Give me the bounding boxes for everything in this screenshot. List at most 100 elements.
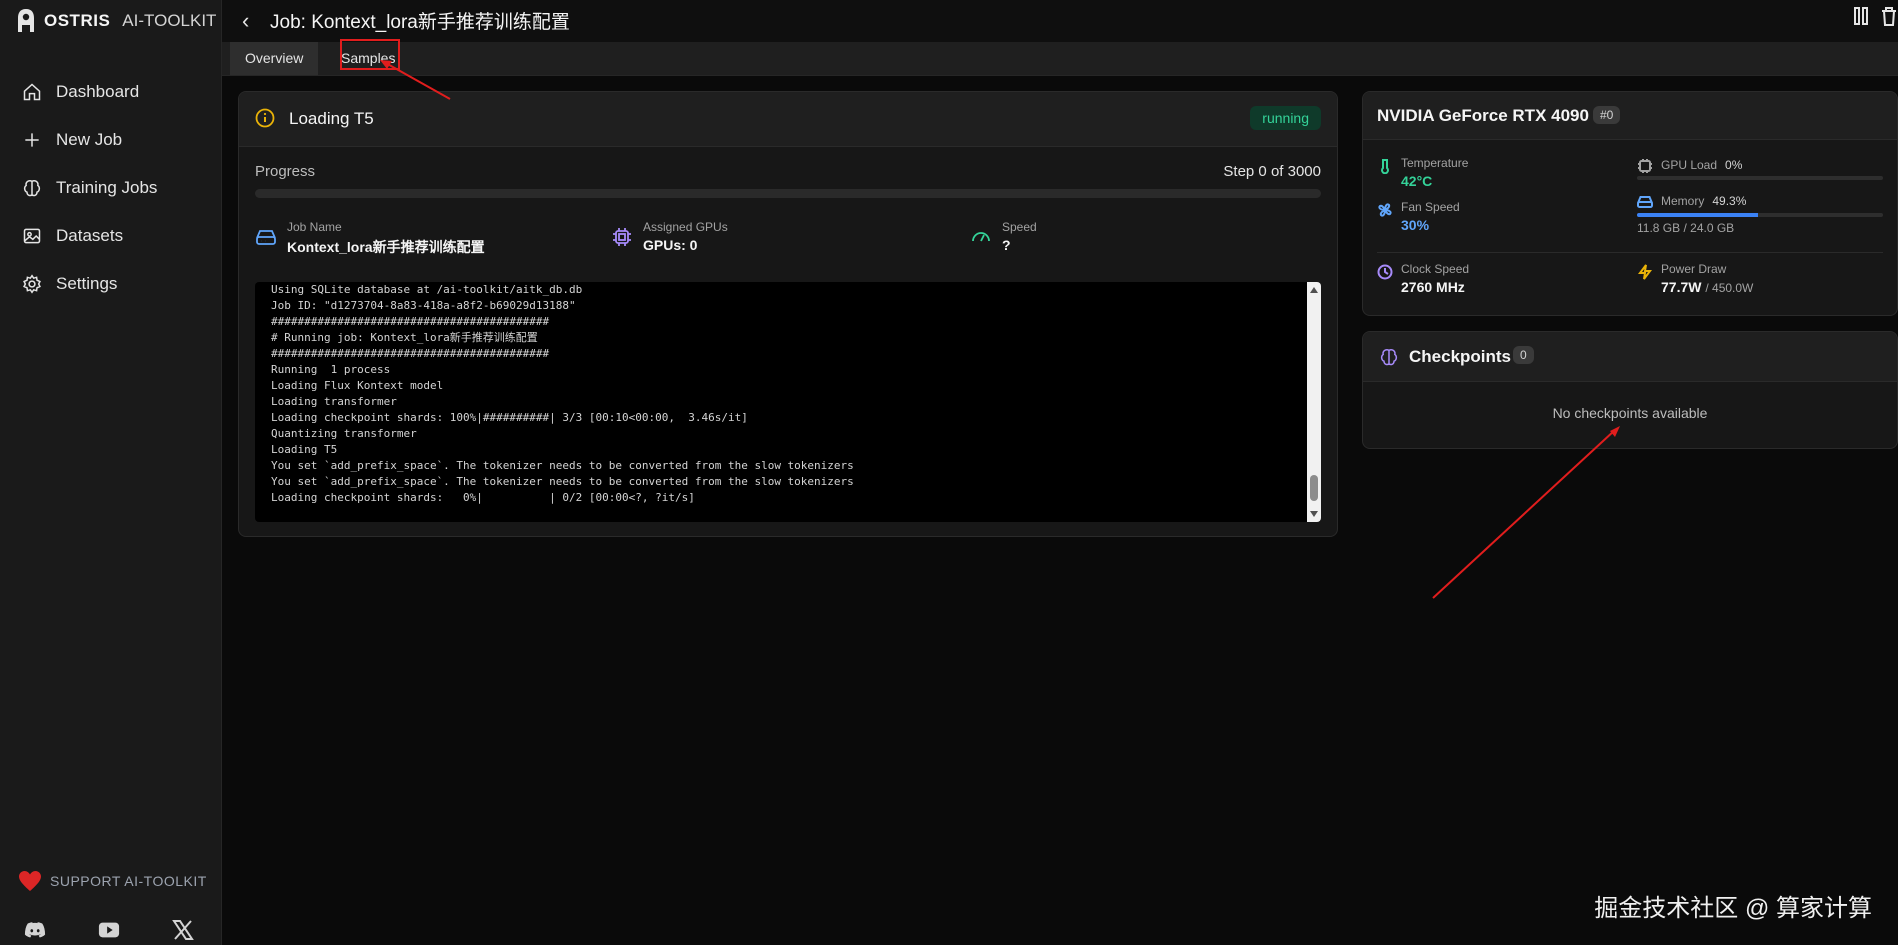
gpu-divider <box>1377 252 1883 253</box>
speed-value: ? <box>1002 237 1011 253</box>
page-title: Job: Kontext_lora新手推荐训练配置 <box>270 12 570 33</box>
power-draw-label: Power Draw <box>1661 262 1727 276</box>
status-badge: running <box>1250 106 1321 130</box>
sidebar-item-label: New Job <box>56 130 123 149</box>
brain-icon <box>1380 349 1398 366</box>
temperature-value: 42°C <box>1401 173 1433 189</box>
log-line: You set `add_prefix_space`. The tokenize… <box>271 459 854 472</box>
log-line: Loading Flux Kontext model <box>271 379 444 392</box>
header: ‹ Job: Kontext_lora新手推荐训练配置 <box>222 0 1898 42</box>
sidebar: OSTRIS AI-TOOLKIT Dashboard New Job Trai… <box>0 0 222 945</box>
social-links <box>24 920 194 940</box>
log-line: You set `add_prefix_space`. The tokenize… <box>271 475 854 488</box>
support-link[interactable]: SUPPORT AI-TOOLKIT <box>18 870 207 892</box>
hard-drive-icon <box>1637 196 1653 208</box>
lightning-icon <box>1638 264 1652 280</box>
log-line: Using SQLite database at /ai-toolkit/ait… <box>271 283 583 296</box>
scroll-thumb[interactable] <box>1310 475 1318 501</box>
log-line: Job ID: "d1273704-8a83-418a-a8f2-b69029d… <box>271 299 576 312</box>
gauge-icon <box>972 232 990 242</box>
log-line: Loading T5 <box>271 443 338 456</box>
fan-icon <box>1378 203 1392 217</box>
progress-bar <box>255 189 1321 198</box>
temperature-metric: Temperature 42°C <box>1377 156 1468 189</box>
memory-label: Memory <box>1661 194 1705 208</box>
brand[interactable]: OSTRIS AI-TOOLKIT <box>16 8 216 34</box>
checkpoints-card: Checkpoints 0 No checkpoints available <box>1362 331 1898 449</box>
speed-block: Speed ? <box>970 220 1037 253</box>
gpu-load-label: GPU Load <box>1661 158 1718 172</box>
plus-icon <box>25 133 39 147</box>
gpu-load-metric: GPU Load 0% <box>1637 156 1742 174</box>
heart-icon <box>19 871 41 891</box>
memory-bar <box>1637 213 1883 217</box>
discord-icon[interactable] <box>24 920 46 940</box>
sidebar-item-label: Dashboard <box>56 82 140 101</box>
clock-icon <box>1377 264 1393 280</box>
gear-icon <box>23 274 41 294</box>
power-draw-metric: Power Draw 77.7W / 450.0W <box>1637 262 1753 295</box>
home-icon <box>23 83 41 101</box>
assigned-gpus-block: Assigned GPUs GPUs: 0 <box>611 220 728 253</box>
cpu-icon <box>1638 159 1652 173</box>
log-line: Running 1 process <box>271 363 391 376</box>
log-line: Loading checkpoint shards: 0%| | 0/2 [00… <box>271 491 695 504</box>
assigned-gpus-value: GPUs: 0 <box>643 237 698 253</box>
gpu-name: NVIDIA GeForce RTX 4090 <box>1377 106 1589 125</box>
thermometer-icon <box>1381 159 1389 174</box>
sidebar-item-label: Training Jobs <box>56 178 158 197</box>
scroll-down-icon[interactable] <box>1310 511 1318 517</box>
trash-icon[interactable] <box>1880 6 1898 26</box>
temperature-label: Temperature <box>1401 156 1469 170</box>
brain-icon <box>23 180 41 197</box>
fan-speed-metric: Fan Speed 30% <box>1377 200 1460 233</box>
header-actions <box>1852 6 1898 26</box>
sidebar-item-training-jobs[interactable]: Training Jobs <box>22 164 157 212</box>
log-scrollbar[interactable] <box>1307 282 1321 522</box>
pause-icon[interactable] <box>1852 6 1870 26</box>
fan-speed-label: Fan Speed <box>1401 200 1460 214</box>
memory-detail: 11.8 GB / 24.0 GB <box>1637 221 1735 235</box>
progress-label: Progress <box>255 163 316 180</box>
x-icon[interactable] <box>172 920 194 940</box>
job-name-label: Job Name <box>287 220 342 234</box>
job-status-card: Loading T5 running Progress Step 0 of 30… <box>238 91 1338 537</box>
power-limit: / 450.0W <box>1705 281 1754 295</box>
log-line: ########################################… <box>271 347 550 360</box>
scroll-up-icon[interactable] <box>1310 287 1318 293</box>
youtube-icon[interactable] <box>98 920 120 940</box>
annotation-arrow-checkpoints <box>1432 429 1616 599</box>
memory-bar-fill <box>1637 213 1759 217</box>
log-line: Loading transformer <box>271 395 397 408</box>
memory-metric: Memory 49.3% <box>1637 192 1746 210</box>
brand-name: OSTRIS <box>44 11 111 30</box>
sidebar-nav: Dashboard New Job Training Jobs Datasets… <box>22 68 157 308</box>
info-icon <box>255 108 275 128</box>
log-line: Loading checkpoint shards: 100%|########… <box>271 411 748 424</box>
tab-bar: Overview Samples <box>222 42 1898 76</box>
progress-step: Step 0 of 3000 <box>1223 163 1321 180</box>
gpu-index-badge: #0 <box>1593 106 1621 124</box>
speed-label: Speed <box>1002 220 1037 234</box>
log-output[interactable]: Using SQLite database at /ai-toolkit/ait… <box>255 282 1321 522</box>
sidebar-item-label: Settings <box>56 274 118 293</box>
assigned-gpus-label: Assigned GPUs <box>643 220 728 234</box>
job-name-block: Job Name Kontext_lora新手推荐训练配置 <box>255 220 485 257</box>
job-name-value: Kontext_lora新手推荐训练配置 <box>287 239 485 255</box>
sidebar-item-settings[interactable]: Settings <box>22 260 157 308</box>
sidebar-item-datasets[interactable]: Datasets <box>22 212 157 260</box>
checkpoints-count-badge: 0 <box>1513 346 1534 364</box>
hard-drive-icon <box>256 230 276 245</box>
fan-speed-value: 30% <box>1401 217 1430 233</box>
cpu-icon <box>613 228 631 246</box>
watermark: 掘金技术社区 @ 算家计算 <box>1594 895 1872 922</box>
power-draw-value: 77.7W <box>1661 279 1702 295</box>
tab-overview[interactable]: Overview <box>230 42 319 75</box>
sidebar-item-new-job[interactable]: New Job <box>22 116 157 164</box>
back-icon[interactable]: ‹ <box>242 8 249 34</box>
log-line: ########################################… <box>271 315 550 328</box>
clock-speed-value: 2760 MHz <box>1401 279 1465 295</box>
annotation-highlight-box <box>340 39 400 70</box>
sidebar-item-dashboard[interactable]: Dashboard <box>22 68 157 116</box>
memory-value: 49.3% <box>1712 194 1747 208</box>
